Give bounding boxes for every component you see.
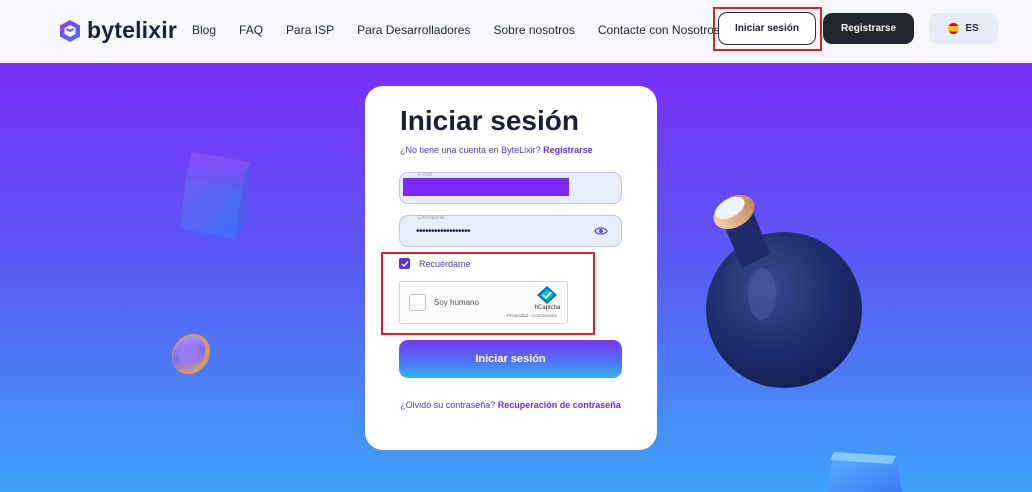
login-submit-button[interactable]: Iniciar sesión	[399, 340, 622, 378]
email-redacted-value	[403, 178, 569, 196]
coin-decoration-icon	[171, 333, 211, 375]
nav-item-faq[interactable]: FAQ	[239, 23, 263, 37]
nav-item-contacte[interactable]: Contacte con Nosotros	[598, 23, 720, 37]
nav-item-para-isp[interactable]: Para ISP	[286, 23, 334, 37]
register-link[interactable]: Registrarse	[543, 145, 593, 155]
potion-flask-decoration-icon	[706, 194, 862, 388]
cube-decoration-icon	[180, 152, 250, 240]
spain-flag-icon	[948, 23, 960, 34]
logo[interactable]: bytelixir	[59, 17, 177, 44]
language-code: ES	[965, 23, 979, 34]
nav-item-sobre-nosotros[interactable]: Sobre nosotros	[493, 23, 574, 37]
top-header: bytelixir Blog FAQ Para ISP Para Desarro…	[0, 0, 1032, 62]
forgot-password-prompt: ¿Olvidó su contraseña? Recuperación de c…	[399, 399, 622, 411]
captcha-highlight-box	[381, 252, 595, 335]
cube-decoration-bottom-icon	[826, 452, 902, 492]
main-nav: Blog FAQ Para ISP Para Desarrolladores S…	[192, 23, 743, 37]
no-account-prompt: ¿No tiene una cuenta en ByteLixir? Regis…	[400, 145, 593, 155]
password-value: ••••••••••••••••••	[416, 226, 471, 237]
logo-icon	[60, 19, 80, 42]
login-button-highlight-box	[713, 7, 822, 51]
password-recovery-link[interactable]: Recuperación de contraseña	[498, 400, 621, 410]
language-selector[interactable]: ES	[929, 13, 998, 44]
nav-item-blog[interactable]: Blog	[192, 23, 216, 37]
no-account-text: ¿No tiene una cuenta en ByteLixir?	[400, 145, 541, 155]
forgot-password-text: ¿Olvidó su contraseña?	[400, 400, 496, 410]
logo-text: bytelixir	[87, 17, 178, 43]
password-field[interactable]: Contraseña ••••••••••••••••••	[399, 215, 622, 247]
password-field-label: Contraseña	[418, 215, 444, 221]
show-password-eye-icon[interactable]	[594, 225, 608, 237]
login-title: Iniciar sesión	[400, 105, 579, 136]
header-register-button[interactable]: Registrarse	[823, 13, 914, 44]
email-field[interactable]: E-mail	[399, 172, 622, 204]
nav-item-para-desarrolladores[interactable]: Para Desarrolladores	[357, 23, 470, 37]
